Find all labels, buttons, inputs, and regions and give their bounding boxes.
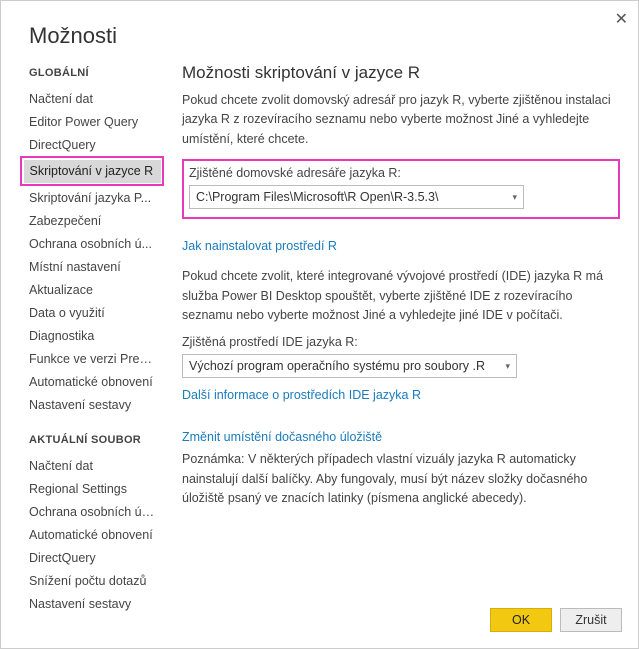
- home-dir-label: Zjištěné domovské adresáře jazyka R:: [189, 166, 610, 180]
- sidebar-item-cf-auto-recovery[interactable]: Automatické obnovení: [23, 523, 164, 546]
- sidebar-item-directquery[interactable]: DirectQuery: [23, 133, 164, 156]
- sidebar-header-current: AKTUÁLNÍ SOUBOR: [29, 434, 164, 446]
- temp-storage-link[interactable]: Změnit umístění dočasného úložiště: [182, 430, 382, 444]
- ide-label: Zjištěná prostředí IDE jazyka R:: [182, 335, 620, 349]
- sidebar-item-report-settings[interactable]: Nastavení sestavy: [23, 393, 164, 416]
- intro-text: Pokud chcete zvolit domovský adresář pro…: [182, 91, 620, 149]
- sidebar-item-power-query[interactable]: Editor Power Query: [23, 110, 164, 133]
- sidebar-item-cf-directquery[interactable]: DirectQuery: [23, 546, 164, 569]
- ide-value: Výchozí program operačního systému pro s…: [189, 359, 485, 373]
- sidebar-item-r-scripting[interactable]: Skriptování v jazyce R: [24, 160, 161, 183]
- sidebar-item-cf-privacy[interactable]: Ochrana osobních údajů: [23, 500, 164, 523]
- sidebar-item-regional[interactable]: Místní nastavení: [23, 255, 164, 278]
- sidebar-header-global: GLOBÁLNÍ: [29, 67, 164, 79]
- chevron-down-icon: ▾: [505, 361, 510, 372]
- sidebar-item-diagnostics[interactable]: Diagnostika: [23, 324, 164, 347]
- ide-intro-text: Pokud chcete zvolit, které integrované v…: [182, 267, 620, 325]
- sidebar-item-cf-query-reduction[interactable]: Snížení počtu dotazů: [23, 569, 164, 592]
- main-panel: Možnosti skriptování v jazyce R Pokud ch…: [164, 63, 638, 615]
- chevron-down-icon: ▾: [512, 192, 517, 203]
- note-text: Poznámka: V některých případech vlastní …: [182, 450, 620, 508]
- sidebar-item-cf-regional[interactable]: Regional Settings: [23, 477, 164, 500]
- sidebar-item-python-scripting[interactable]: Skriptování jazyka P...: [23, 186, 164, 209]
- ide-info-link[interactable]: Další informace o prostředích IDE jazyka…: [182, 388, 421, 402]
- ide-select[interactable]: Výchozí program operačního systému pro s…: [182, 354, 517, 378]
- ok-button[interactable]: OK: [490, 608, 552, 632]
- sidebar-item-cf-report-settings[interactable]: Nastavení sestavy: [23, 592, 164, 615]
- home-dir-select[interactable]: C:\Program Files\Microsoft\R Open\R-3.5.…: [189, 185, 524, 209]
- sidebar-item-privacy[interactable]: Ochrana osobních ú...: [23, 232, 164, 255]
- home-dir-value: C:\Program Files\Microsoft\R Open\R-3.5.…: [196, 190, 438, 204]
- sidebar-item-usage-data[interactable]: Data o využití: [23, 301, 164, 324]
- highlight-home-dir: Zjištěné domovské adresáře jazyka R: C:\…: [182, 159, 620, 219]
- sidebar: GLOBÁLNÍ Načtení dat Editor Power Query …: [29, 63, 164, 615]
- main-title: Možnosti skriptování v jazyce R: [182, 63, 620, 83]
- cancel-button[interactable]: Zrušit: [560, 608, 622, 632]
- install-r-link[interactable]: Jak nainstalovat prostředí R: [182, 239, 337, 253]
- close-icon[interactable]: ✕: [615, 9, 628, 29]
- sidebar-item-security[interactable]: Zabezpečení: [23, 209, 164, 232]
- dialog-footer: OK Zrušit: [490, 608, 622, 632]
- sidebar-item-preview[interactable]: Funkce ve verzi Preview: [23, 347, 164, 370]
- sidebar-item-cf-load-data[interactable]: Načtení dat: [23, 454, 164, 477]
- dialog-title: Možnosti: [1, 1, 638, 63]
- sidebar-item-updates[interactable]: Aktualizace: [23, 278, 164, 301]
- sidebar-item-load-data[interactable]: Načtení dat: [23, 87, 164, 110]
- highlight-selected-nav: Skriptování v jazyce R: [20, 156, 164, 186]
- sidebar-item-auto-recovery[interactable]: Automatické obnovení: [23, 370, 164, 393]
